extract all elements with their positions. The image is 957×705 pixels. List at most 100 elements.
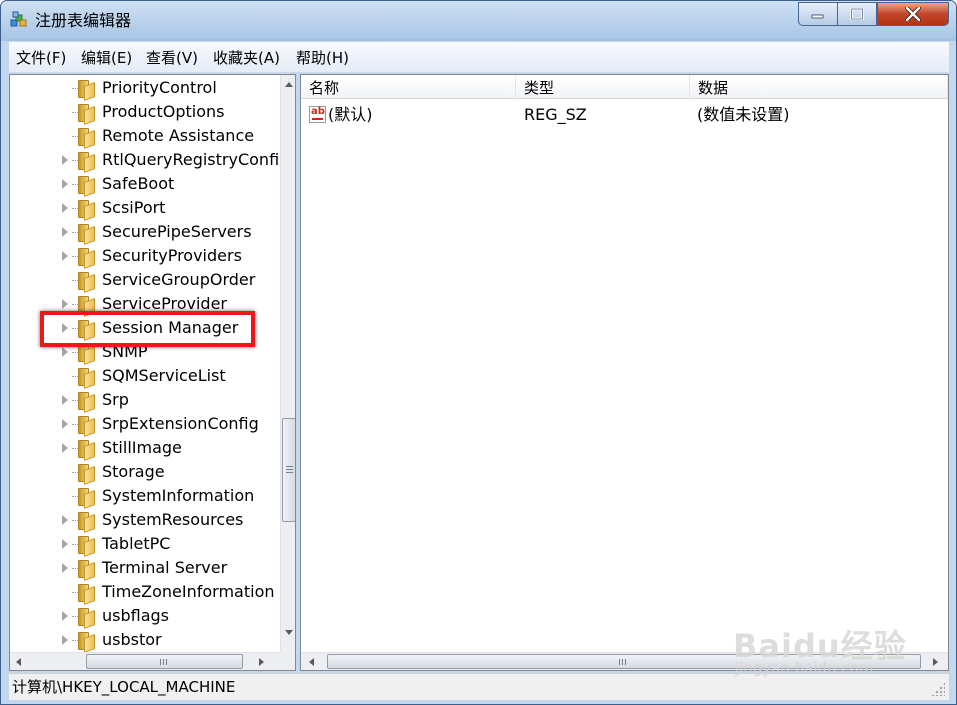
folder-icon <box>78 224 95 246</box>
value-row[interactable]: ab (默认) REG_SZ (数值未设置) <box>301 102 941 126</box>
window-title: 注册表编辑器 <box>35 11 132 30</box>
menu-view[interactable]: 查看(V) <box>146 48 198 68</box>
tree-item[interactable]: SNMP <box>10 340 280 366</box>
expand-arrow-icon[interactable] <box>62 443 68 453</box>
expand-arrow-icon[interactable] <box>62 179 68 189</box>
expand-arrow-icon[interactable] <box>62 227 68 237</box>
column-label: 名称 <box>309 79 340 97</box>
expand-arrow-icon[interactable] <box>62 419 68 429</box>
tree-item-label: RtlQueryRegistryConfig <box>102 150 290 169</box>
tree-vertical-scroll-thumb[interactable] <box>282 418 295 522</box>
registry-editor-window: 注册表编辑器 文件(F) 编辑(E) 查看(V) 收藏夹(A) 帮助(H) Pr… <box>0 0 957 705</box>
tree-item-label: SafeBoot <box>102 174 175 193</box>
tree-item[interactable]: ServiceGroupOrder <box>10 268 280 294</box>
expand-arrow-icon[interactable] <box>62 395 68 405</box>
folder-icon <box>78 344 95 366</box>
expand-arrow-icon[interactable] <box>62 323 68 333</box>
tree-item[interactable]: StillImage <box>10 436 280 462</box>
folder-icon <box>78 320 95 342</box>
menu-help[interactable]: 帮助(H) <box>296 48 349 68</box>
expand-arrow-icon[interactable] <box>62 347 68 357</box>
expand-arrow-icon[interactable] <box>62 155 68 165</box>
tree-item-label: Remote Assistance <box>102 126 255 145</box>
tree-item[interactable]: Session Manager <box>10 316 280 342</box>
minimize-icon <box>811 14 824 19</box>
scroll-left-icon[interactable] <box>309 658 314 666</box>
tree-item-label: SystemInformation <box>102 486 255 505</box>
tree-item[interactable]: SecurityProviders <box>10 244 280 270</box>
folder-icon <box>78 584 95 606</box>
expand-arrow-icon[interactable] <box>62 251 68 261</box>
tree-item[interactable]: SafeBoot <box>10 172 280 198</box>
tree-item[interactable]: Srp <box>10 388 280 414</box>
tree-item[interactable]: ProductOptions <box>10 100 280 126</box>
tree-item[interactable]: Remote Assistance <box>10 124 280 150</box>
tree-item[interactable]: usbflags <box>10 604 280 630</box>
values-list[interactable]: 名称 类型 数据 ab (默认) REG_SZ (数值未设置) <box>300 74 949 671</box>
column-header-data[interactable]: 数据 <box>690 75 948 99</box>
tree-horizontal-scroll-thumb[interactable] <box>86 654 243 669</box>
minimize-button[interactable] <box>798 2 838 26</box>
scroll-up-icon[interactable] <box>285 82 293 87</box>
tree-item[interactable]: usbstor <box>10 628 280 654</box>
tree-item[interactable]: RtlQueryRegistryConfig <box>10 148 289 174</box>
string-value-icon: ab <box>309 106 326 123</box>
tree-item-label: SrpExtensionConfig <box>102 414 259 433</box>
folder-icon <box>78 176 95 198</box>
list-horizontal-scrollbar[interactable] <box>301 652 948 670</box>
registry-editor-icon <box>10 11 27 27</box>
title-bar[interactable]: 注册表编辑器 <box>1 1 956 39</box>
folder-icon <box>78 464 95 486</box>
column-header-name[interactable]: 名称 <box>301 75 516 99</box>
value-name: (默认) <box>328 105 373 124</box>
tree-item-label: PriorityControl <box>102 78 217 97</box>
tree-item-label: SecurePipeServers <box>102 222 252 241</box>
folder-icon <box>78 200 95 222</box>
expand-arrow-icon[interactable] <box>62 539 68 549</box>
expand-arrow-icon[interactable] <box>62 635 68 645</box>
scroll-right-icon[interactable] <box>933 658 938 666</box>
expand-arrow-icon[interactable] <box>62 203 68 213</box>
grip-line <box>622 659 623 665</box>
tree-item[interactable]: TabletPC <box>10 532 280 558</box>
menu-edit[interactable]: 编辑(E) <box>81 48 132 68</box>
close-button[interactable] <box>877 2 949 26</box>
maximize-button[interactable] <box>837 2 877 26</box>
menu-bar: 文件(F) 编辑(E) 查看(V) 收藏夹(A) 帮助(H) <box>9 42 949 73</box>
icon-text: ab <box>311 106 325 117</box>
tree-item[interactable]: ScsiPort <box>10 196 280 222</box>
expand-arrow-icon[interactable] <box>62 611 68 621</box>
tree-item[interactable]: Terminal Server <box>10 556 280 582</box>
tree-item[interactable]: ServiceProvider <box>10 292 280 318</box>
scroll-right-icon[interactable] <box>259 658 264 666</box>
tree-item[interactable]: TimeZoneInformation <box>10 580 280 606</box>
folder-icon <box>78 608 95 630</box>
expand-arrow-icon[interactable] <box>62 299 68 309</box>
tree-item-label: TimeZoneInformation <box>102 582 275 601</box>
tree-vertical-scrollbar[interactable] <box>280 75 295 652</box>
expand-arrow-icon[interactable] <box>62 563 68 573</box>
tree-item[interactable]: SQMServiceList <box>10 364 280 390</box>
folder-icon <box>78 416 95 438</box>
tree-item-label: ServiceGroupOrder <box>102 270 256 289</box>
tree-item[interactable]: SystemInformation <box>10 484 280 510</box>
menu-favorites[interactable]: 收藏夹(A) <box>213 48 280 68</box>
grip-line <box>286 466 293 467</box>
tree-item-label: usbstor <box>102 630 162 649</box>
expand-arrow-icon[interactable] <box>62 515 68 525</box>
folder-icon <box>78 440 95 462</box>
registry-key-tree[interactable]: PriorityControl ProductOptions Remote Assi… <box>9 74 296 671</box>
tree-horizontal-scrollbar[interactable] <box>10 652 280 670</box>
list-horizontal-scroll-thumb[interactable] <box>327 654 921 669</box>
tree-item-label: ScsiPort <box>102 198 166 217</box>
menu-file[interactable]: 文件(F) <box>16 48 66 68</box>
resize-grip-icon[interactable] <box>931 682 945 696</box>
tree-item[interactable]: SecurePipeServers <box>10 220 280 246</box>
tree-item[interactable]: SystemResources <box>10 508 280 534</box>
column-header-type[interactable]: 类型 <box>516 75 690 99</box>
tree-item[interactable]: Storage <box>10 460 280 486</box>
scroll-down-icon[interactable] <box>285 630 293 635</box>
tree-item[interactable]: PriorityControl <box>10 76 280 102</box>
tree-item[interactable]: SrpExtensionConfig <box>10 412 280 438</box>
scroll-left-icon[interactable] <box>16 658 21 666</box>
